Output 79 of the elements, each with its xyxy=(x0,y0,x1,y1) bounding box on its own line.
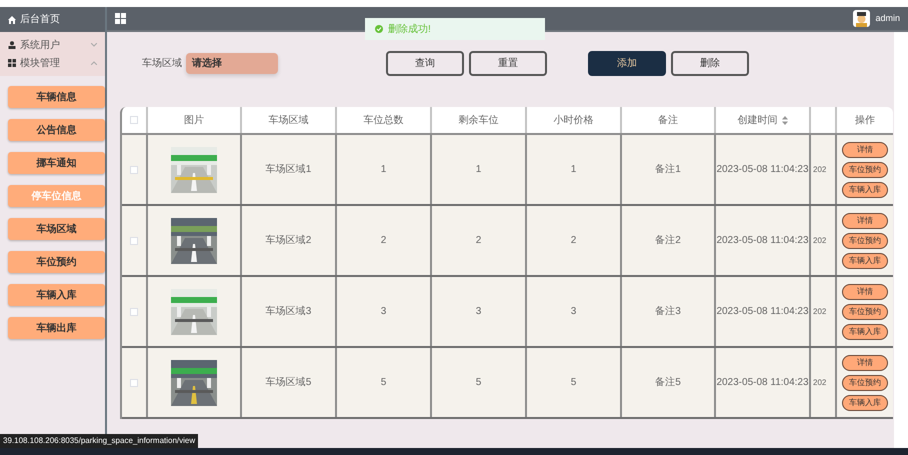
table-cell-text: 车场区域1 xyxy=(266,162,312,177)
table-cell-text: 5 xyxy=(570,376,576,390)
action-button[interactable]: 添加 xyxy=(588,51,666,76)
action-button[interactable]: 删除 xyxy=(671,51,749,76)
sidebar-menu-item[interactable]: 车辆出库 xyxy=(8,317,105,339)
row-action-button[interactable]: 详情 xyxy=(842,284,888,300)
status-url: 39.108.108.206:8035/parking_space_information/view xyxy=(0,434,198,448)
sidebar-group[interactable]: 系统用户 xyxy=(0,36,105,54)
home-icon xyxy=(8,16,16,24)
checkbox[interactable] xyxy=(130,236,138,244)
row-action-button[interactable]: 车位预约 xyxy=(842,374,888,390)
table-cell-text: 2023-05-08 11:04:23 xyxy=(716,376,809,390)
column-header: 车场区域 xyxy=(268,114,308,128)
row-action-button[interactable]: 车辆入库 xyxy=(842,324,888,340)
column-header: 小时价格 xyxy=(554,114,594,128)
sidebar-group[interactable]: 模块管理 xyxy=(0,54,105,72)
table-cell-text: 5 xyxy=(380,376,386,390)
row-action-button[interactable]: 车辆入库 xyxy=(842,182,888,198)
table-cell-text: 1 xyxy=(380,163,386,177)
sidebar-menu-item[interactable]: 车位预约 xyxy=(8,251,105,273)
column-header: 备注 xyxy=(658,114,678,128)
row-action-button[interactable]: 车辆入库 xyxy=(842,394,888,410)
table-cell-text: 202 xyxy=(812,164,826,176)
column-header: 图片 xyxy=(184,114,204,128)
checkbox[interactable] xyxy=(130,116,138,124)
table-cell-text: 1 xyxy=(476,163,482,177)
checkbox[interactable] xyxy=(130,308,138,316)
table-cell-text: 备注2 xyxy=(655,234,681,248)
table-cell-text: 备注1 xyxy=(655,162,681,177)
sidebar-menu-item[interactable]: 车辆信息 xyxy=(8,86,105,108)
sidebar-menu-item[interactable]: 公告信息 xyxy=(8,119,105,141)
table-cell-text: 202 xyxy=(812,376,826,388)
table-cell-text: 备注5 xyxy=(655,376,681,390)
toast: 删除成功! xyxy=(365,18,545,40)
sidebar-menu-item[interactable]: 车辆入库 xyxy=(8,284,105,306)
row-action-button[interactable]: 详情 xyxy=(842,354,888,370)
table-cell-text: 1 xyxy=(570,163,576,177)
user-icon xyxy=(8,41,16,49)
sidebar-menu-item[interactable]: 车场区域 xyxy=(8,218,105,240)
row-action-button[interactable]: 车位预约 xyxy=(842,304,888,320)
table-cell-text: 202 xyxy=(812,234,826,246)
table-cell-text: 202 xyxy=(812,306,826,318)
action-button[interactable]: 重置 xyxy=(469,51,547,76)
sort-icon[interactable] xyxy=(782,116,788,124)
row-action-button[interactable]: 详情 xyxy=(842,212,888,228)
grid-icon[interactable] xyxy=(115,13,126,24)
filter-label: 车场区域 xyxy=(142,56,182,71)
action-button[interactable]: 查询 xyxy=(386,51,464,76)
sidebar-menu-item[interactable]: 挪车通知 xyxy=(8,152,105,174)
table-cell-text: 3 xyxy=(380,305,386,319)
column-header: 车位总数 xyxy=(364,114,404,128)
row-action-button[interactable]: 车位预约 xyxy=(842,232,888,248)
row-action-button[interactable]: 车辆入库 xyxy=(842,252,888,268)
checkbox[interactable] xyxy=(130,166,138,174)
table-cell-text: 5 xyxy=(476,376,482,390)
table-cell-text: 车场区域5 xyxy=(266,376,312,390)
username: admin xyxy=(875,12,900,25)
table-cell-text: 车场区域2 xyxy=(266,234,312,248)
table-cell-text: 2 xyxy=(380,234,386,248)
row-action-button[interactable]: 车位预约 xyxy=(842,162,888,178)
table-cell-text: 备注3 xyxy=(655,304,681,319)
column-header: 剩余车位 xyxy=(458,114,498,128)
table-cell-text: 2023-05-08 11:04:23 xyxy=(716,234,809,248)
grid-icon xyxy=(8,59,16,67)
column-header: 操作 xyxy=(855,114,875,128)
row-action-button[interactable]: 详情 xyxy=(842,142,888,158)
sidebar-home-item[interactable]: 后台首页 xyxy=(0,7,105,32)
table-cell-text: 2 xyxy=(570,234,576,248)
table-cell-text: 2 xyxy=(476,234,482,248)
table-cell-text: 2023-05-08 11:04:23 xyxy=(716,163,809,177)
table-cell-text: 车场区域3 xyxy=(266,304,312,319)
table-cell-text: 2023-05-08 11:04:23 xyxy=(716,305,809,319)
region-select[interactable]: 请选择 xyxy=(186,53,278,74)
table-cell-text: 3 xyxy=(476,305,482,319)
table-cell-text: 3 xyxy=(570,305,576,319)
avatar-icon[interactable] xyxy=(853,10,870,27)
checkbox[interactable] xyxy=(130,378,138,386)
success-icon xyxy=(375,25,383,33)
column-header: 创建时间 xyxy=(738,114,778,128)
